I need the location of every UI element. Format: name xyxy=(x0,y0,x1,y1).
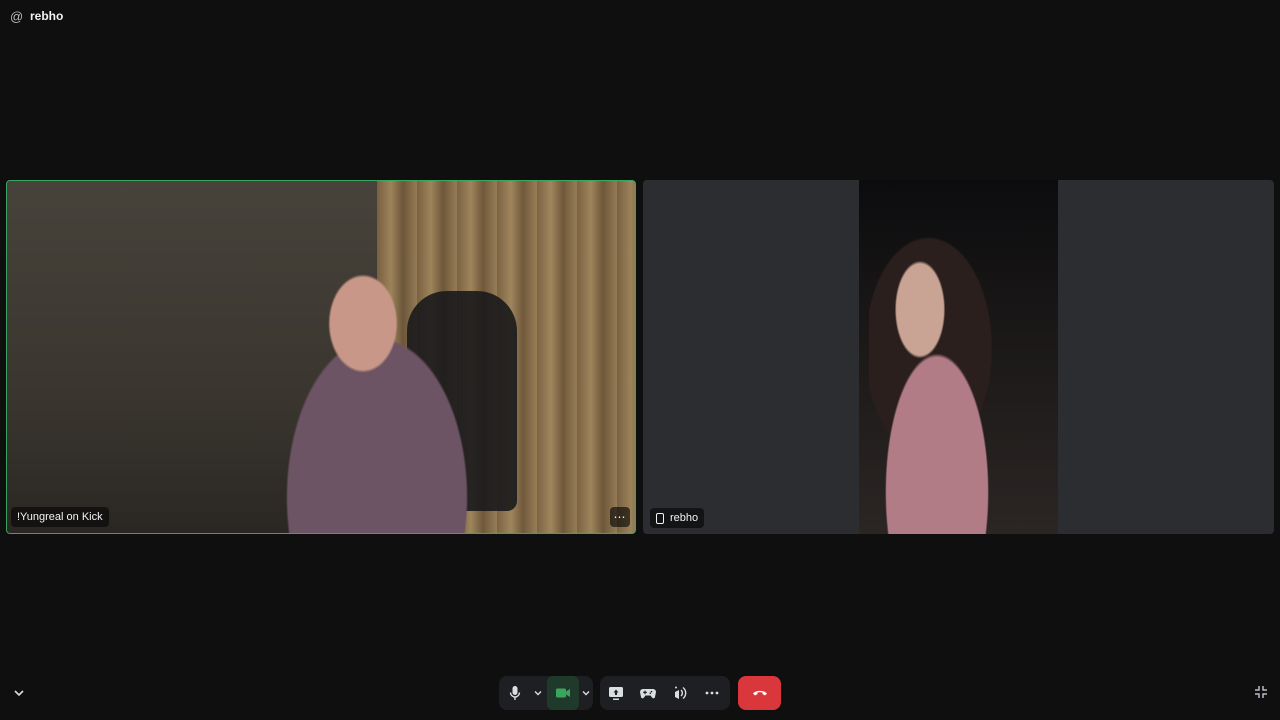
mobile-phone-icon xyxy=(656,512,664,524)
video-person xyxy=(869,220,1039,534)
mute-microphone-button[interactable] xyxy=(499,676,531,710)
toggle-camera-button[interactable] xyxy=(547,676,579,710)
soundboard-icon xyxy=(675,686,687,700)
soundboard-button[interactable] xyxy=(664,676,696,710)
video-camera-icon xyxy=(556,688,570,698)
participant-name: !Yungreal on Kick xyxy=(17,511,103,523)
more-horizontal-icon xyxy=(705,691,719,695)
chevron-down-icon xyxy=(582,691,590,696)
screen-share-button[interactable] xyxy=(600,676,632,710)
call-header: @ rebho xyxy=(0,0,1280,32)
audio-video-controls xyxy=(499,676,593,710)
video-person xyxy=(237,251,517,533)
microphone-icon xyxy=(509,686,521,700)
at-sign-icon: @ xyxy=(10,8,24,24)
screen-share-icon xyxy=(609,686,623,700)
camera-options-button[interactable] xyxy=(579,676,593,710)
chevron-down-icon xyxy=(534,691,542,696)
more-options-button[interactable] xyxy=(696,676,728,710)
hang-up-icon xyxy=(752,690,767,696)
gamepad-icon xyxy=(640,689,656,699)
participant-tile-yungreal[interactable]: !Yungreal on Kick ⋯ xyxy=(6,180,636,534)
exit-fullscreen-button[interactable] xyxy=(1252,683,1270,701)
more-horizontal-icon: ⋯ xyxy=(613,510,627,524)
participant-tile-rebho[interactable]: rebho xyxy=(643,180,1274,534)
minimize-icon xyxy=(1255,686,1267,698)
call-controls xyxy=(0,676,1280,710)
microphone-options-button[interactable] xyxy=(531,676,545,710)
channel-name[interactable]: rebho xyxy=(30,9,63,23)
participant-video xyxy=(7,181,635,533)
participant-name-tag: !Yungreal on Kick xyxy=(11,507,109,527)
activities-button[interactable] xyxy=(632,676,664,710)
tile-more-button[interactable]: ⋯ xyxy=(610,507,630,527)
participant-video xyxy=(859,180,1058,534)
participant-name-tag: rebho xyxy=(650,508,705,528)
disconnect-button[interactable] xyxy=(738,676,781,710)
participant-name: rebho xyxy=(670,512,699,524)
call-action-controls xyxy=(600,676,730,710)
